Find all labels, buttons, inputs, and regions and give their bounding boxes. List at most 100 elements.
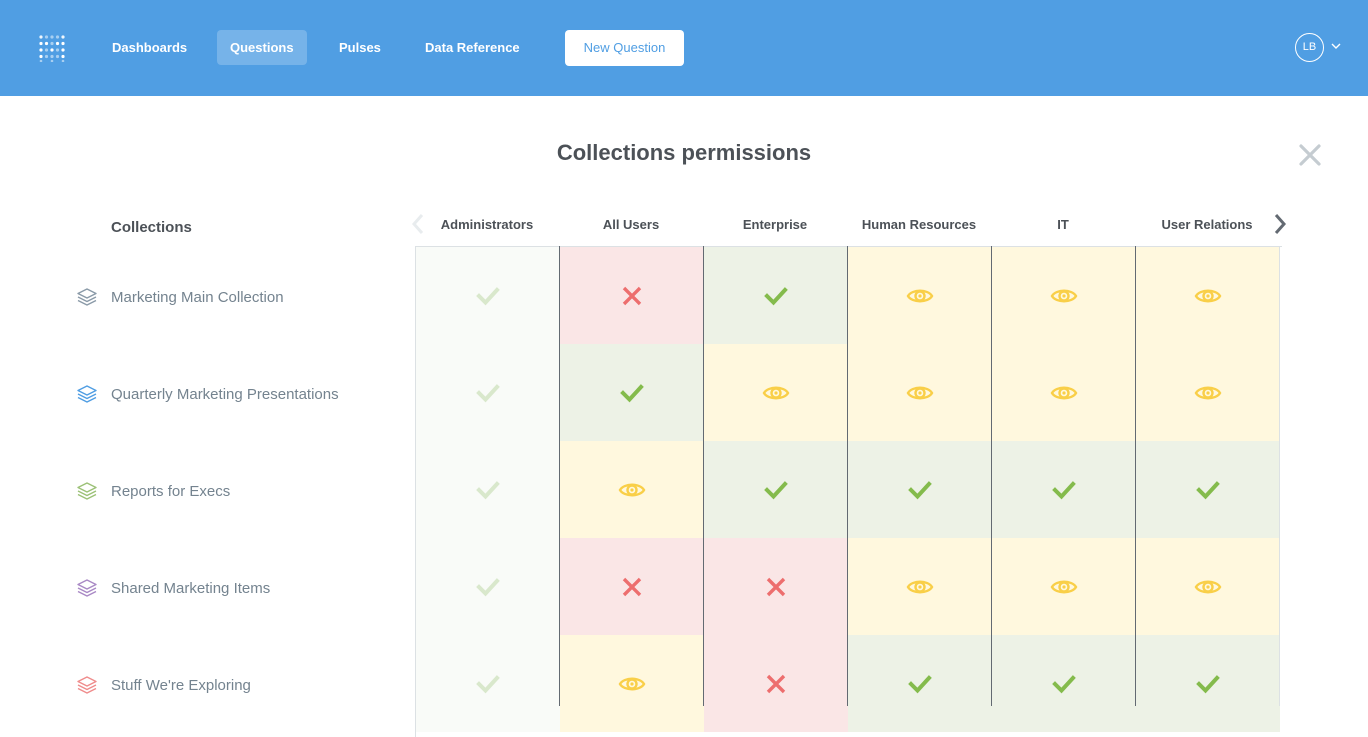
group-header: All Users [602, 217, 660, 232]
permission-cell[interactable] [992, 247, 1136, 344]
collection-stack-icon [77, 288, 97, 306]
collections-header: Collections [111, 219, 192, 236]
chevron-down-icon[interactable] [1331, 42, 1341, 50]
group-header: IT [1057, 217, 1069, 232]
permission-cell [416, 635, 560, 732]
permission-cell[interactable] [704, 441, 848, 538]
permission-cell[interactable] [704, 344, 848, 441]
close-icon [622, 286, 642, 305]
permission-cell [416, 538, 560, 635]
permission-cell[interactable] [560, 344, 704, 441]
column-divider [1135, 246, 1136, 706]
permission-cell[interactable] [848, 635, 992, 732]
check-icon [476, 577, 500, 596]
permission-cell[interactable] [560, 247, 704, 344]
nav-questions[interactable]: Questions [217, 30, 307, 65]
permission-cell[interactable] [992, 344, 1136, 441]
nav-data-reference[interactable]: Data Reference [412, 30, 533, 65]
eye-icon [906, 580, 934, 593]
collection-row: Stuff We're Exploring [76, 670, 251, 700]
permission-cell[interactable] [1136, 538, 1280, 635]
permission-cell[interactable] [848, 344, 992, 441]
permission-cell[interactable] [992, 441, 1136, 538]
permission-cell [416, 247, 560, 344]
eye-icon [762, 386, 790, 399]
check-icon [908, 480, 932, 499]
group-header: Administrators [440, 217, 534, 232]
column-divider [991, 246, 992, 706]
permission-cell [416, 344, 560, 441]
close-icon [766, 577, 786, 596]
check-icon [476, 674, 500, 693]
collection-stack-icon [77, 482, 97, 500]
check-icon [476, 480, 500, 499]
eye-icon [1194, 386, 1222, 399]
eye-icon [1050, 289, 1078, 302]
permission-cell [416, 441, 560, 538]
modal-title: Collections permissions [556, 140, 812, 165]
top-navbar: Dashboards Questions Pulses Data Referen… [0, 0, 1368, 96]
check-icon [476, 383, 500, 402]
permissions-grid [415, 246, 1282, 737]
check-icon [1052, 674, 1076, 693]
permission-cell[interactable] [704, 635, 848, 732]
check-icon [908, 674, 932, 693]
permission-cell[interactable] [704, 247, 848, 344]
group-header: Enterprise [742, 217, 808, 232]
collection-name: Reports for Execs [111, 482, 231, 500]
permission-cell[interactable] [560, 441, 704, 538]
check-icon [1052, 480, 1076, 499]
close-icon [766, 674, 786, 693]
check-icon [476, 286, 500, 305]
eye-icon [1194, 580, 1222, 593]
check-icon [764, 286, 788, 305]
permission-cell[interactable] [992, 538, 1136, 635]
collection-stack-icon [77, 676, 97, 694]
permission-cell[interactable] [704, 538, 848, 635]
collection-row: Reports for Execs [76, 476, 230, 506]
permission-cell[interactable] [848, 247, 992, 344]
nav-dashboards[interactable]: Dashboards [99, 30, 200, 65]
collection-name: Shared Marketing Items [111, 579, 271, 597]
permission-cell[interactable] [1136, 635, 1280, 732]
collection-stack-icon [77, 385, 97, 403]
collection-name: Stuff We're Exploring [111, 676, 251, 694]
permission-cell[interactable] [1136, 344, 1280, 441]
check-icon [764, 480, 788, 499]
eye-icon [906, 386, 934, 399]
column-divider [1279, 246, 1280, 706]
permission-cell[interactable] [560, 635, 704, 732]
group-header: Human Resources [861, 217, 977, 232]
eye-icon [906, 289, 934, 302]
new-question-button[interactable]: New Question [565, 30, 684, 66]
close-icon[interactable] [1299, 144, 1321, 166]
check-icon [1196, 674, 1220, 693]
check-icon [620, 383, 644, 402]
group-header: User Relations [1161, 217, 1253, 232]
scroll-right-arrow-icon[interactable] [1273, 212, 1287, 236]
eye-icon [618, 483, 646, 496]
collection-row: Shared Marketing Items [76, 573, 270, 603]
permission-cell[interactable] [848, 538, 992, 635]
eye-icon [1050, 386, 1078, 399]
permission-cell[interactable] [848, 441, 992, 538]
permission-cell[interactable] [1136, 247, 1280, 344]
nav-pulses[interactable]: Pulses [326, 30, 394, 65]
eye-icon [1050, 580, 1078, 593]
permission-cell[interactable] [560, 538, 704, 635]
collection-name: Quarterly Marketing Presentations [111, 385, 339, 403]
check-icon [1196, 480, 1220, 499]
user-avatar[interactable]: LB [1295, 33, 1324, 62]
permission-cell[interactable] [992, 635, 1136, 732]
eye-icon [1194, 289, 1222, 302]
permission-cell[interactable] [1136, 441, 1280, 538]
collection-row: Marketing Main Collection [76, 282, 284, 312]
collection-name: Marketing Main Collection [111, 288, 284, 306]
collection-stack-icon [77, 579, 97, 597]
column-divider [847, 246, 848, 706]
collection-row: Quarterly Marketing Presentations [76, 379, 339, 409]
column-divider [559, 246, 560, 706]
metabase-logo-icon[interactable] [38, 34, 66, 62]
close-icon [622, 577, 642, 596]
column-divider [703, 246, 704, 706]
